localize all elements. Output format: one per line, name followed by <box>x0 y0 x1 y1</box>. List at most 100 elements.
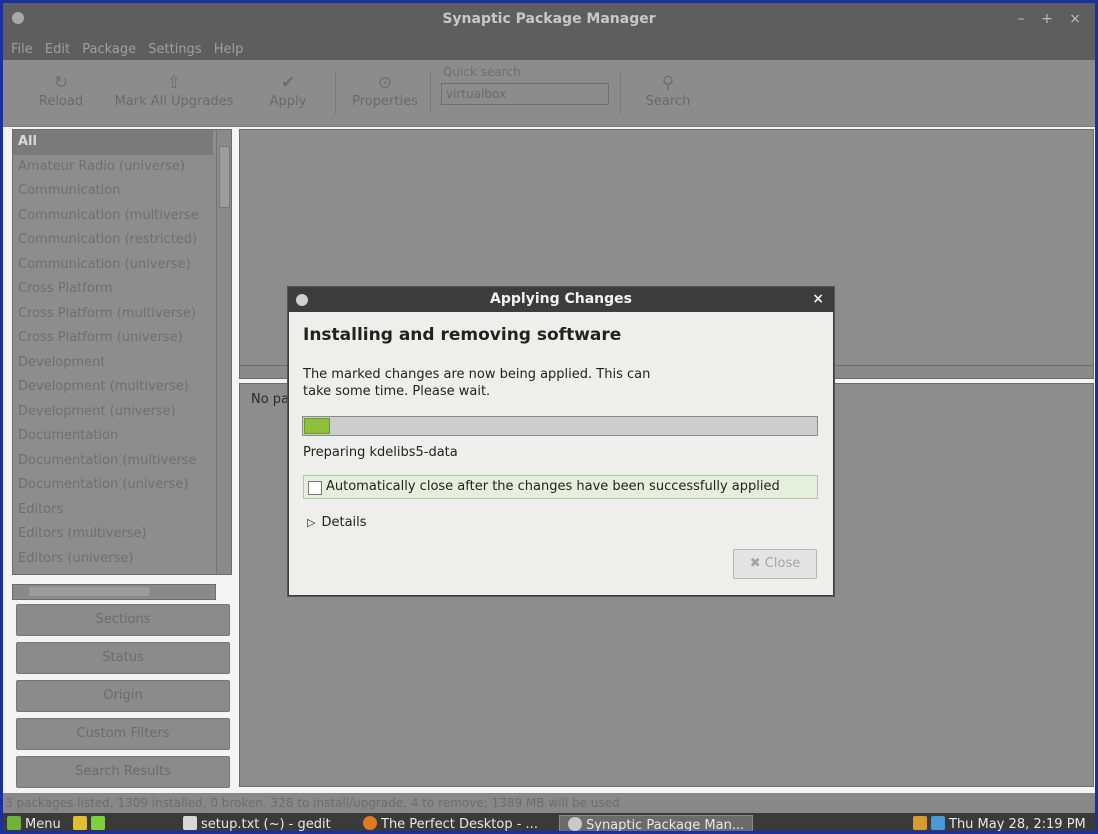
apply-label: Apply <box>269 94 307 109</box>
search-results-button[interactable]: Search Results <box>16 756 230 788</box>
section-item[interactable]: Cross Platform (universe) <box>13 326 213 351</box>
taskbar: Menu setup.txt (~) - gedit The Perfect D… <box>3 813 1095 833</box>
apply-icon: ✔ <box>280 73 296 93</box>
taskbar-firefox[interactable]: The Perfect Desktop - ... <box>363 815 538 832</box>
search-label: Search <box>645 94 691 109</box>
notes-icon[interactable] <box>72 816 87 830</box>
main-titlebar: Synaptic Package Manager – + × <box>3 3 1095 39</box>
properties-icon: ⊙ <box>377 73 393 93</box>
menu-settings[interactable]: Settings <box>148 42 201 57</box>
section-item[interactable]: Editors (universe) <box>13 547 213 572</box>
firefox-icon <box>363 816 377 830</box>
sections-vscrollbar[interactable] <box>216 130 231 574</box>
toolbar-separator <box>620 72 621 114</box>
properties-label: Properties <box>352 94 418 109</box>
properties-button[interactable]: ⊙ Properties <box>346 60 424 120</box>
details-expander[interactable]: ▷ Details <box>307 515 367 530</box>
custom-filters-button[interactable]: Custom Filters <box>16 718 230 750</box>
system-tray: Thu May 28, 2:19 PM ◀ <box>913 815 1095 831</box>
checkbox-icon[interactable] <box>308 481 322 495</box>
section-item[interactable]: Communication (universe) <box>13 253 213 278</box>
toolbar-separator <box>430 72 431 114</box>
message-line: take some time. Please wait. <box>303 384 491 399</box>
network-icon[interactable] <box>931 816 945 830</box>
search-button[interactable]: ⚲ Search <box>637 60 699 120</box>
gedit-icon <box>183 816 197 830</box>
section-item[interactable]: Editors (multiverse) <box>13 522 213 547</box>
dialog-heading: Installing and removing software <box>303 325 622 345</box>
applying-changes-dialog: Applying Changes × Installing and removi… <box>288 287 834 596</box>
update-icon[interactable] <box>913 816 927 830</box>
reload-label: Reload <box>38 94 84 109</box>
sections-list: All Amateur Radio (universe) Communicati… <box>13 130 213 574</box>
close-button[interactable]: ✖ Close <box>733 549 817 579</box>
auto-close-option[interactable]: Automatically close after the changes ha… <box>303 475 818 499</box>
origin-filter-button[interactable]: Origin <box>16 680 230 712</box>
section-item[interactable]: Amateur Radio (universe) <box>13 155 213 180</box>
sections-filter-button[interactable]: Sections <box>16 604 230 636</box>
section-item[interactable]: Communication (restricted) <box>13 228 213 253</box>
section-item[interactable]: Documentation <box>13 424 213 449</box>
section-item[interactable]: Development <box>13 351 213 376</box>
section-item[interactable]: Communication <box>13 179 213 204</box>
message-line: The marked changes are now being applied… <box>303 367 651 382</box>
progress-bar <box>302 416 818 436</box>
close-button-icon: ✖ <box>749 556 765 571</box>
sections-list-pane: All Amateur Radio (universe) Communicati… <box>12 129 232 575</box>
section-item[interactable]: Development (multiverse) <box>13 375 213 400</box>
synaptic-icon <box>568 817 582 831</box>
no-package-text: No pa <box>251 392 290 407</box>
section-item[interactable]: Cross Platform <box>13 277 213 302</box>
terminal-icon[interactable] <box>90 816 105 830</box>
menu-help[interactable]: Help <box>214 42 244 57</box>
mark-all-label: Mark All Upgrades <box>114 94 234 109</box>
section-item[interactable]: Communication (multiverse <box>13 204 213 229</box>
dialog-message: The marked changes are now being applied… <box>303 366 723 400</box>
taskbar-gedit[interactable]: setup.txt (~) - gedit <box>183 815 331 832</box>
toolbar: ↻ Reload ⇧ Mark All Upgrades ✔ Apply ⊙ P… <box>3 60 1095 127</box>
close-icon[interactable]: × <box>812 291 824 307</box>
section-item[interactable]: All <box>13 130 213 155</box>
status-bar: 3 packages listed, 1309 installed, 0 bro… <box>3 793 1095 813</box>
expander-arrow-icon: ▷ <box>307 516 316 529</box>
scroll-thumb[interactable] <box>29 587 149 596</box>
taskbar-synaptic-label: Synaptic Package Man... <box>586 818 745 833</box>
close-button-label: Close <box>764 556 801 571</box>
menu-package[interactable]: Package <box>82 42 136 57</box>
clock[interactable]: Thu May 28, 2:19 PM <box>949 817 1086 831</box>
toolbar-separator <box>335 72 336 114</box>
taskbar-menu-label: Menu <box>25 817 61 832</box>
status-filter-button[interactable]: Status <box>16 642 230 674</box>
quick-search-input[interactable]: virtualbox <box>441 83 609 105</box>
mark-upgrades-icon: ⇧ <box>166 73 182 93</box>
progress-fill <box>304 418 330 434</box>
auto-close-label[interactable]: Automatically close after the changes ha… <box>326 479 780 494</box>
section-item[interactable]: Development (universe) <box>13 400 213 425</box>
search-icon: ⚲ <box>661 73 675 93</box>
reload-button[interactable]: ↻ Reload <box>31 60 91 120</box>
dialog-titlebar: Applying Changes × <box>289 288 833 312</box>
menu-icon <box>7 816 21 830</box>
quick-search-label: Quick search <box>443 65 521 79</box>
section-item[interactable]: Cross Platform (multiverse) <box>13 302 213 327</box>
taskbar-gedit-label: setup.txt (~) - gedit <box>201 817 331 832</box>
apply-button[interactable]: ✔ Apply <box>260 60 316 120</box>
section-item[interactable]: Editors <box>13 498 213 523</box>
taskbar-menu[interactable]: Menu <box>7 815 109 832</box>
section-item[interactable]: Documentation (multiverse <box>13 449 213 474</box>
section-item[interactable]: Documentation (universe) <box>13 473 213 498</box>
window-controls[interactable]: – + × <box>1018 11 1087 27</box>
window-title: Synaptic Package Manager <box>442 11 656 27</box>
menu-edit[interactable]: Edit <box>45 42 70 57</box>
mark-all-upgrades-button[interactable]: ⇧ Mark All Upgrades <box>105 60 243 120</box>
dialog-title: Applying Changes <box>490 291 632 307</box>
screen-frame: Synaptic Package Manager – + × File Edit… <box>0 0 1098 834</box>
menu-file[interactable]: File <box>11 42 33 57</box>
sections-hscrollbar[interactable] <box>12 584 216 600</box>
scroll-thumb[interactable] <box>219 146 230 208</box>
progress-status: Preparing kdelibs5-data <box>303 445 458 460</box>
menubar: File Edit Package Settings Help <box>3 39 1095 60</box>
details-label: Details <box>321 515 367 530</box>
taskbar-firefox-label: The Perfect Desktop - ... <box>381 817 538 832</box>
taskbar-synaptic[interactable]: Synaptic Package Man... <box>559 815 754 833</box>
